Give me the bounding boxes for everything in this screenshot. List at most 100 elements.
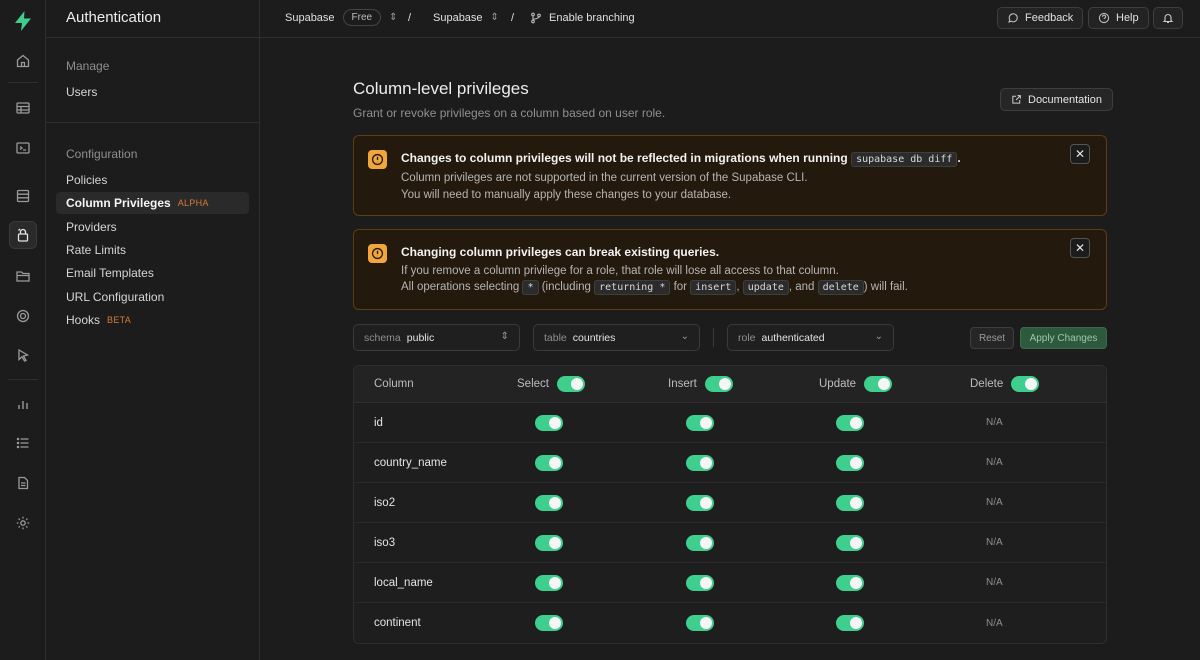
sidebar-item-label: Policies — [66, 173, 108, 187]
alert-title-punct: . — [957, 151, 961, 165]
logs-icon[interactable] — [9, 429, 37, 457]
update-toggle-cell — [836, 443, 864, 482]
table-row: iso2 N/A — [354, 483, 1106, 523]
api-docs-icon[interactable] — [9, 469, 37, 497]
sidebar-item-column-privileges[interactable]: Column Privileges ALPHA — [56, 192, 249, 214]
database-icon[interactable] — [9, 182, 37, 210]
delete-header: Delete — [970, 366, 1040, 402]
delete-na: N/A — [986, 497, 1003, 508]
insert-toggle[interactable] — [686, 414, 714, 431]
code-snippet: delete — [817, 280, 864, 295]
project-name: Supabase — [433, 11, 483, 24]
sql-editor-icon[interactable] — [9, 134, 37, 162]
insert-toggle[interactable] — [686, 615, 714, 631]
update-all-toggle[interactable] — [864, 376, 893, 392]
update-toggle[interactable] — [836, 414, 864, 431]
close-alert-button[interactable]: ✕ — [1070, 238, 1090, 258]
auth-icon[interactable] — [9, 221, 37, 249]
reports-icon[interactable] — [9, 390, 37, 418]
delete-na: N/A — [986, 537, 1003, 548]
select-toggle[interactable] — [535, 494, 563, 511]
settings-icon[interactable] — [9, 509, 37, 537]
alert-line: Column privileges are not supported in t… — [401, 172, 808, 184]
select-key: schema — [364, 331, 401, 344]
insert-all-toggle[interactable] — [704, 376, 733, 392]
select-key: table — [544, 331, 567, 344]
select-toggle-cell — [535, 483, 563, 522]
delete-all-toggle[interactable] — [1011, 376, 1040, 392]
insert-toggle[interactable] — [686, 574, 714, 591]
breadcrumb-separator: / — [408, 11, 412, 24]
alert-text: , and — [788, 281, 815, 293]
close-icon: ✕ — [1074, 147, 1086, 161]
column-name: iso3 — [374, 536, 396, 549]
update-toggle[interactable] — [836, 494, 864, 511]
select-all-toggle[interactable] — [556, 376, 585, 392]
sidebar-item-label: Hooks — [66, 313, 101, 327]
select-toggle[interactable] — [535, 414, 563, 431]
code-snippet: * — [522, 280, 539, 295]
delete-na: N/A — [986, 417, 1003, 428]
main-content: Column-level privileges Grant or revoke … — [260, 38, 1200, 660]
insert-toggle[interactable] — [686, 454, 714, 471]
sidebar: Authentication Manage Users Configuratio… — [46, 0, 260, 660]
help-button[interactable]: Help — [1088, 7, 1149, 29]
sidebar-item-email-templates[interactable]: Email Templates — [56, 262, 249, 284]
sidebar-item-rate-limits[interactable]: Rate Limits — [56, 239, 249, 261]
sidebar-divider — [46, 122, 260, 123]
sidebar-item-label: Rate Limits — [66, 243, 127, 257]
update-toggle[interactable] — [836, 534, 864, 551]
alert-text: for — [673, 281, 687, 293]
rail-divider — [8, 379, 38, 380]
select-toggle[interactable] — [535, 454, 563, 471]
delete-na: N/A — [986, 457, 1003, 468]
close-icon: ✕ — [1074, 241, 1086, 255]
sidebar-item-providers[interactable]: Providers — [56, 216, 249, 238]
notifications-button[interactable] — [1153, 7, 1183, 29]
update-toggle[interactable] — [836, 454, 864, 471]
insert-toggle[interactable] — [686, 534, 714, 551]
sidebar-title: Authentication — [46, 0, 259, 38]
sidebar-item-policies[interactable]: Policies — [56, 169, 249, 191]
reset-button[interactable]: Reset — [970, 327, 1014, 349]
insert-toggle[interactable] — [686, 494, 714, 511]
select-header: Select — [517, 366, 585, 402]
select-toggle[interactable] — [535, 534, 563, 551]
edge-functions-icon[interactable] — [9, 341, 37, 369]
org-switcher[interactable]: Supabase Free ⇕ — [285, 0, 398, 35]
update-toggle[interactable] — [836, 574, 864, 591]
update-toggle-cell — [836, 403, 864, 442]
storage-icon[interactable] — [9, 262, 37, 290]
enable-branching-button[interactable]: Enable branching — [530, 0, 635, 35]
project-switcher[interactable]: Supabase ⇕ — [433, 0, 499, 35]
update-toggle[interactable] — [836, 615, 864, 631]
table-editor-icon[interactable] — [9, 94, 37, 122]
column-name: id — [374, 416, 383, 429]
documentation-button[interactable]: Documentation — [1000, 88, 1113, 111]
alpha-badge: ALPHA — [177, 198, 209, 208]
group-label-configuration: Configuration — [66, 147, 138, 161]
table-row: id N/A — [354, 403, 1106, 443]
table-header: Column Select Insert Update Delete — [354, 366, 1106, 403]
close-alert-button[interactable]: ✕ — [1070, 144, 1090, 164]
select-toggle-cell — [535, 403, 563, 442]
update-toggle-cell — [836, 563, 864, 602]
insert-toggle-cell — [686, 563, 714, 602]
alert-title-text: Changes to column privileges will not be… — [401, 151, 848, 165]
table-select[interactable]: table countries ⌄ — [533, 324, 700, 351]
logo-bolt-icon[interactable] — [11, 9, 35, 33]
privileges-table: Column Select Insert Update Delete id N/A… — [353, 365, 1107, 644]
feedback-button[interactable]: Feedback — [997, 7, 1084, 29]
bell-icon — [1162, 14, 1174, 24]
sidebar-item-users[interactable]: Users — [56, 81, 249, 103]
schema-select[interactable]: schema public ⇕ — [353, 324, 520, 351]
sidebar-item-hooks[interactable]: Hooks BETA — [56, 309, 249, 331]
sidebar-item-url-configuration[interactable]: URL Configuration — [56, 286, 249, 308]
home-icon[interactable] — [9, 47, 37, 75]
apply-changes-button[interactable]: Apply Changes — [1020, 327, 1107, 349]
select-toggle[interactable] — [535, 574, 563, 591]
select-toggle[interactable] — [535, 615, 563, 631]
role-select[interactable]: role authenticated ⌄ — [727, 324, 894, 351]
realtime-icon[interactable] — [9, 302, 37, 330]
header-label: Update — [819, 378, 857, 390]
